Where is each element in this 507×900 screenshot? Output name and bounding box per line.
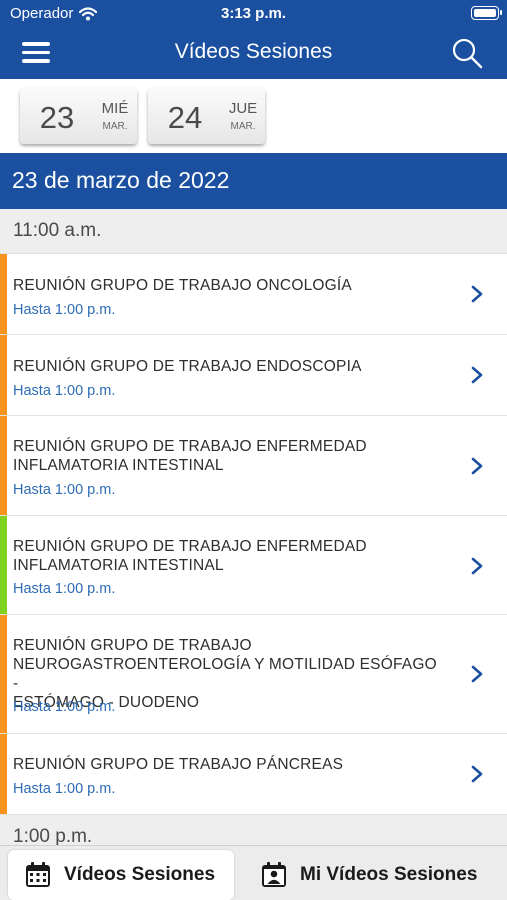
date-day: 24 [167,100,203,135]
session-row[interactable]: REUNIÓN GRUPO DE TRABAJO NEUROGASTROENTE… [0,615,507,734]
session-title: REUNIÓN GRUPO DE TRABAJO PÁNCREAS [13,756,344,773]
nav-bar: Vídeos Sesiones [0,28,507,79]
date-weekday: MIÉ [101,100,129,117]
tab-mi-videos-sesiones[interactable]: Mi Vídeos Sesiones [260,850,500,900]
session-color-bar [0,615,7,733]
session-row[interactable]: REUNIÓN GRUPO DE TRABAJO ENFERMEDAD INFL… [0,416,507,516]
session-color-bar [0,416,7,515]
session-until: Hasta 1:00 p.m. [13,581,116,597]
session-title: REUNIÓN GRUPO DE TRABAJO ONCOLOGÍA [13,277,352,294]
tab-videos-sesiones[interactable]: Vídeos Sesiones [8,850,234,900]
session-color-bar [0,734,7,814]
chevron-right-icon [471,765,483,783]
session-until: Hasta 1:00 p.m. [13,302,116,318]
tab-label: Vídeos Sesiones [64,864,216,885]
session-row[interactable]: REUNIÓN GRUPO DE TRABAJO ONCOLOGÍA Hasta… [0,254,507,335]
session-until: Hasta 1:00 p.m. [13,781,116,797]
chevron-right-icon [471,557,483,575]
session-row[interactable]: REUNIÓN GRUPO DE TRABAJO ENDOSCOPIA Hast… [0,335,507,416]
session-until: Hasta 1:00 p.m. [13,482,116,498]
date-month: MAR. [230,121,256,132]
session-color-bar [0,516,7,614]
selected-date-header: 23 de marzo de 2022 [0,153,507,209]
session-row[interactable]: REUNIÓN GRUPO DE TRABAJO PÁNCREAS Hasta … [0,734,507,815]
chevron-right-icon [471,366,483,384]
calendar-icon [26,862,50,887]
session-color-bar [0,254,7,334]
time-group-header: 11:00 a.m. [0,209,507,254]
session-color-bar [0,335,7,415]
status-time: 3:13 p.m. [220,5,287,22]
chevron-right-icon [471,285,483,303]
date-day: 23 [39,100,75,135]
session-title: REUNIÓN GRUPO DE TRABAJO ENFERMEDAD INFL… [13,438,367,474]
tab-bar: Vídeos Sesiones Mi Vídeos Sesiones [0,845,507,900]
date-selector: 23 MIÉ MAR. 24 JUE MAR. [0,79,507,153]
session-until: Hasta 1:00 p.m. [13,383,116,399]
chevron-right-icon [471,457,483,475]
top-bar: Operador 3:13 p.m. Vídeos Sesiones [0,0,507,79]
date-chip-24[interactable]: 24 JUE MAR. [148,88,265,144]
page-title: Vídeos Sesiones [174,40,333,63]
session-until: Hasta 1:00 p.m. [13,699,116,715]
session-title: REUNIÓN GRUPO DE TRABAJO ENDOSCOPIA [13,358,362,375]
status-bar: Operador 3:13 p.m. [0,0,507,28]
session-title: REUNIÓN GRUPO DE TRABAJO ENFERMEDAD INFL… [13,538,367,574]
date-month: MAR. [102,121,128,132]
chevron-right-icon [471,665,483,683]
calendar-person-icon [262,862,286,887]
session-row[interactable]: REUNIÓN GRUPO DE TRABAJO ENFERMEDAD INFL… [0,516,507,615]
battery-icon [471,6,502,20]
search-icon[interactable] [451,37,483,69]
date-chip-23[interactable]: 23 MIÉ MAR. [20,88,137,144]
date-weekday: JUE [228,100,258,117]
tab-label: Mi Vídeos Sesiones [300,864,478,885]
